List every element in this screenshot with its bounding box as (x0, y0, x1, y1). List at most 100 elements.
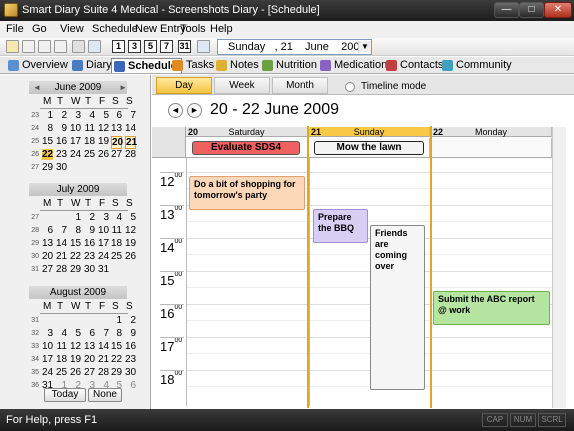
view-1-day-button[interactable]: 1 (112, 40, 125, 53)
schedule-event[interactable]: Friends are coming over (370, 225, 425, 390)
next-month-icon[interactable]: ► (119, 83, 127, 92)
mini-calendar-day[interactable]: 12 (98, 123, 109, 134)
mini-calendar-day[interactable]: 6 (42, 225, 53, 236)
view-month-button[interactable]: 31 (178, 40, 191, 53)
mini-calendar-day[interactable]: 21 (125, 136, 137, 149)
prev-range-button[interactable]: ◄ (168, 103, 183, 118)
minimize-button[interactable]: — (494, 2, 519, 18)
tab-contacts[interactable]: Contacts (384, 58, 447, 73)
mini-calendar-day[interactable]: 13 (84, 341, 95, 352)
mini-calendar-day[interactable]: 27 (111, 149, 122, 160)
mini-calendar-day[interactable]: 17 (42, 354, 53, 365)
today-button[interactable]: Today (44, 388, 86, 402)
cut-icon[interactable] (22, 40, 35, 53)
menu-file[interactable]: File (6, 23, 24, 35)
mini-calendar-day[interactable]: 14 (56, 238, 67, 249)
mini-calendar-day[interactable]: 15 (70, 238, 81, 249)
mini-calendar-day[interactable]: 16 (125, 341, 136, 352)
mini-calendar-day[interactable]: 23 (84, 251, 95, 262)
mini-calendar-day[interactable]: 19 (125, 238, 136, 249)
mini-calendar-day[interactable]: 5 (70, 328, 81, 339)
mini-calendar-day[interactable]: 11 (56, 341, 67, 352)
tab-month[interactable]: Month (272, 77, 328, 94)
mini-calendar-day[interactable]: 26 (98, 149, 109, 160)
mini-calendar-day[interactable]: 26 (70, 367, 81, 378)
tab-week[interactable]: Week (214, 77, 270, 94)
mini-calendar-day[interactable]: 7 (125, 110, 136, 121)
mini-calendar-day[interactable]: 11 (111, 225, 122, 236)
mini-calendar-day[interactable]: 1 (70, 212, 81, 223)
mini-calendar-day[interactable]: 2 (125, 315, 136, 326)
mini-calendar-day[interactable]: 24 (42, 367, 53, 378)
menu-go[interactable]: Go (32, 23, 47, 35)
mini-calendar-day[interactable]: 30 (84, 264, 95, 275)
mini-calendar-day[interactable]: 20 (84, 354, 95, 365)
mini-calendar-day[interactable]: 24 (98, 251, 109, 262)
mini-calendar-day[interactable]: 17 (98, 238, 109, 249)
view-3-day-button[interactable]: 3 (128, 40, 141, 53)
menu-help[interactable]: Help (210, 23, 233, 35)
mini-calendar-day[interactable]: 9 (56, 123, 67, 134)
tab-tasks[interactable]: Tasks (170, 58, 218, 73)
mini-calendar-day[interactable]: 1 (111, 315, 122, 326)
mini-calendar-day[interactable]: 3 (70, 110, 81, 121)
mini-calendar-day[interactable]: 4 (84, 110, 95, 121)
mini-calendar-day[interactable]: 9 (125, 328, 136, 339)
next-range-button[interactable]: ► (187, 103, 202, 118)
mini-calendar-day[interactable]: 12 (125, 225, 136, 236)
mini-calendar-day[interactable]: 29 (42, 162, 53, 173)
day-column-header[interactable]: Monday 22 (431, 127, 552, 137)
tab-overview[interactable]: Overview (6, 58, 72, 73)
maximize-button[interactable]: □ (519, 2, 544, 18)
mini-calendar-day[interactable]: 23 (125, 354, 136, 365)
paste-icon[interactable] (54, 40, 67, 53)
mini-calendar-day[interactable]: 21 (56, 251, 67, 262)
menu-schedule[interactable]: Schedule (92, 23, 138, 35)
mini-calendar-day[interactable]: 3 (98, 212, 109, 223)
mini-calendar-day[interactable]: 9 (84, 225, 95, 236)
mini-calendar-day[interactable]: 25 (111, 251, 122, 262)
mini-calendar-day[interactable]: 5 (125, 212, 136, 223)
mini-calendar-day[interactable]: 17 (70, 136, 81, 147)
mini-calendar-day[interactable]: 18 (56, 354, 67, 365)
mini-calendar-day[interactable]: 25 (56, 367, 67, 378)
mini-calendar-day[interactable]: 26 (125, 251, 136, 262)
chevron-down-icon[interactable]: ▼ (358, 41, 371, 53)
view-7-day-button[interactable]: 7 (160, 40, 173, 53)
mini-calendar-day[interactable]: 2 (84, 212, 95, 223)
mini-calendar-day[interactable]: 7 (56, 225, 67, 236)
mini-calendar-day[interactable]: 10 (98, 225, 109, 236)
mini-calendar-day[interactable]: 22 (111, 354, 122, 365)
mini-calendar-day[interactable]: 7 (98, 328, 109, 339)
day-column-header[interactable]: Saturday 20 (186, 127, 308, 137)
mini-calendar-day[interactable]: 6 (125, 380, 136, 391)
mini-calendar-day[interactable]: 30 (56, 162, 67, 173)
mini-calendar-day[interactable]: 27 (84, 367, 95, 378)
schedule-event[interactable]: Prepare the BBQ (313, 209, 368, 243)
mini-calendar-day[interactable]: 22 (70, 251, 81, 262)
mini-calendar-day[interactable]: 28 (98, 367, 109, 378)
mini-calendar-day[interactable]: 29 (111, 367, 122, 378)
all-day-event[interactable]: Evaluate SDS4 (192, 141, 300, 155)
view-5-day-button[interactable]: 5 (144, 40, 157, 53)
mini-calendar-day[interactable]: 1 (42, 110, 53, 121)
mini-calendar-day[interactable]: 6 (111, 110, 122, 121)
mini-calendar-day[interactable]: 25 (84, 149, 95, 160)
mini-calendar-day[interactable]: 8 (70, 225, 81, 236)
mini-calendar-day[interactable]: 31 (98, 264, 109, 275)
mini-calendar-day[interactable]: 8 (111, 328, 122, 339)
mini-calendar-day[interactable]: 14 (125, 123, 136, 134)
tab-day[interactable]: Day (156, 77, 212, 94)
copy-icon[interactable] (38, 40, 51, 53)
timeline-mode-radio[interactable] (345, 82, 355, 92)
mini-calendar-day[interactable]: 8 (42, 123, 53, 134)
goto-date-icon[interactable] (197, 40, 210, 53)
tab-community[interactable]: Community (440, 58, 516, 73)
mini-calendar-day[interactable]: 20 (42, 251, 53, 262)
all-day-area[interactable] (431, 138, 552, 158)
mini-calendar-day[interactable]: 29 (70, 264, 81, 275)
mini-calendar-day[interactable]: 16 (56, 136, 67, 147)
tab-nutrition[interactable]: Nutrition (260, 58, 321, 73)
mini-calendar-day[interactable]: 4 (111, 212, 122, 223)
mini-calendar-day[interactable]: 6 (84, 328, 95, 339)
